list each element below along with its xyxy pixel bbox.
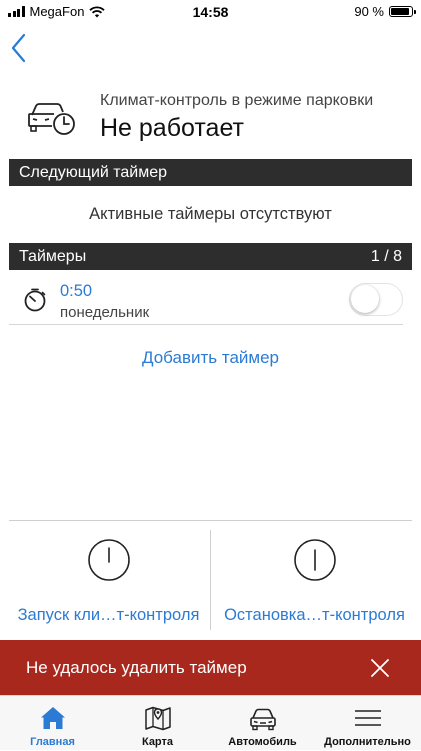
timer-toggle[interactable]	[349, 283, 403, 316]
page-subtitle: Климат-контроль в режиме парковки	[100, 92, 374, 109]
tab-more-label: Дополнительно	[324, 736, 411, 748]
back-button[interactable]	[6, 30, 34, 66]
chevron-left-icon	[11, 33, 26, 63]
power-off-icon	[293, 539, 336, 581]
battery-percent: 90 %	[354, 4, 384, 19]
stop-climate-label: Остановка…т-контроля	[224, 606, 405, 624]
battery-icon	[389, 6, 416, 17]
empty-timers-message: Активные таймеры отсутствуют	[89, 205, 332, 223]
stop-climate-button[interactable]: Остановка…т-контроля	[212, 522, 417, 634]
tab-home-label: Главная	[30, 736, 75, 748]
actions-divider	[9, 520, 412, 521]
stopwatch-icon	[24, 288, 46, 312]
tab-home[interactable]: Главная	[0, 696, 105, 751]
tab-bar: Главная Карта Автомобиль Дополнительно	[0, 695, 421, 750]
timer-day: понедельник	[60, 304, 150, 321]
close-icon	[371, 659, 389, 677]
page-title: Не работает	[100, 114, 244, 142]
tab-car[interactable]: Автомобиль	[210, 696, 315, 751]
home-icon	[40, 707, 65, 729]
timers-count: 1 / 8	[370, 247, 402, 265]
add-timer-button[interactable]: Добавить таймер	[0, 348, 421, 368]
car-clock-icon	[28, 103, 75, 135]
map-icon	[144, 706, 171, 731]
power-on-icon	[87, 539, 130, 581]
tab-car-label: Автомобиль	[228, 736, 297, 748]
timers-title: Таймеры	[19, 247, 87, 265]
start-climate-label: Запуск кли…т-контроля	[17, 606, 200, 624]
car-icon	[249, 708, 276, 731]
close-error-button[interactable]	[369, 657, 391, 679]
error-message: Не удалось удалить таймер	[26, 658, 247, 677]
tab-map-label: Карта	[141, 736, 174, 748]
toggle-knob	[351, 285, 379, 313]
timer-time: 0:50	[60, 282, 93, 300]
status-bar-right: 90 %	[354, 4, 416, 19]
next-timer-header: Следующий таймер	[9, 159, 412, 186]
battery-level	[391, 8, 409, 15]
start-climate-button[interactable]: Запуск кли…т-контроля	[6, 522, 211, 634]
tab-map[interactable]: Карта	[105, 696, 210, 751]
tab-more[interactable]: Дополнительно	[315, 696, 420, 751]
next-timer-title: Следующий таймер	[19, 163, 168, 181]
status-bar: MegaFon 14:58 90 %	[0, 0, 421, 24]
error-banner: Не удалось удалить таймер	[0, 640, 421, 695]
menu-icon	[354, 710, 381, 726]
timers-header: Таймеры 1 / 8	[9, 243, 412, 270]
timer-row[interactable]: 0:50 понедельник	[9, 276, 403, 325]
